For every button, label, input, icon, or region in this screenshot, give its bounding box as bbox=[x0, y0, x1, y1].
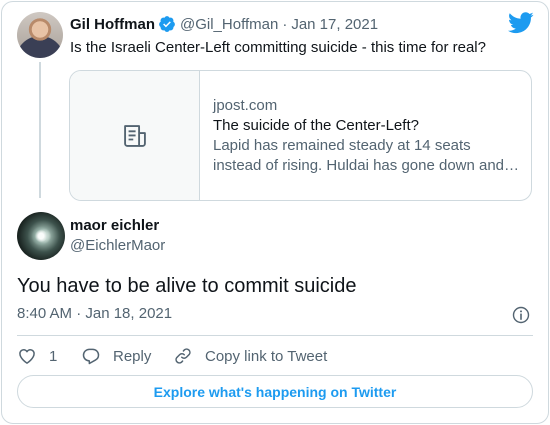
like-count: 1 bbox=[49, 347, 58, 365]
copy-link-label: Copy link to Tweet bbox=[205, 347, 328, 365]
link-preview-card[interactable]: jpost.com The suicide of the Center-Left… bbox=[69, 70, 532, 201]
quoted-author-name[interactable]: Gil Hoffman bbox=[70, 16, 155, 33]
author-name[interactable]: maor eichler bbox=[70, 217, 159, 234]
link-domain: jpost.com bbox=[213, 97, 278, 114]
article-icon bbox=[123, 124, 146, 147]
link-icon bbox=[175, 348, 191, 364]
author-handle[interactable]: @EichlerMaor bbox=[70, 237, 165, 254]
tweet-text: You have to be alive to commit suicide bbox=[17, 275, 357, 297]
copy-link-button[interactable]: Copy link to Tweet bbox=[173, 346, 327, 366]
link-description-line-2: instead of rising. Huldai has gone down … bbox=[213, 157, 520, 174]
link-thumbnail bbox=[70, 71, 200, 200]
verified-badge-icon bbox=[159, 16, 175, 32]
quoted-tweet-text: Is the Israeli Center-Left committing su… bbox=[70, 39, 486, 56]
link-title: The suicide of the Center-Left? bbox=[213, 117, 419, 134]
tweet-actions: 1 Reply Copy link to Tweet bbox=[17, 345, 327, 367]
heart-icon bbox=[19, 349, 35, 364]
quoted-author-handle[interactable]: @Gil_Hoffman bbox=[180, 16, 278, 33]
link-description: Lapid has remained steady at 14 seats in… bbox=[213, 136, 523, 176]
tweet-timestamp[interactable]: 8:40 AM · Jan 18, 2021 bbox=[17, 305, 172, 322]
link-description-line-1: Lapid has remained steady at 14 seats bbox=[213, 137, 471, 154]
reply-bubble-icon bbox=[82, 348, 100, 365]
reply-button[interactable]: Reply bbox=[81, 346, 173, 366]
quoted-tweet-header: Gil Hoffman @Gil_Hoffman · Jan 17, 2021 bbox=[70, 14, 378, 34]
divider bbox=[17, 335, 533, 336]
twitter-bird-icon[interactable] bbox=[508, 12, 534, 34]
quoted-tweet-date[interactable]: Jan 17, 2021 bbox=[291, 16, 378, 33]
info-icon[interactable] bbox=[511, 305, 531, 325]
avatar-gil-hoffman[interactable] bbox=[17, 12, 63, 58]
like-button[interactable]: 1 bbox=[17, 346, 81, 366]
separator-dot: · bbox=[282, 15, 288, 33]
link-info: jpost.com The suicide of the Center-Left… bbox=[213, 96, 523, 176]
reply-label: Reply bbox=[113, 347, 152, 365]
avatar-maor-eichler[interactable] bbox=[17, 212, 65, 260]
explore-twitter-button[interactable]: Explore what's happening on Twitter bbox=[17, 375, 533, 408]
thread-connector-line bbox=[39, 62, 41, 198]
